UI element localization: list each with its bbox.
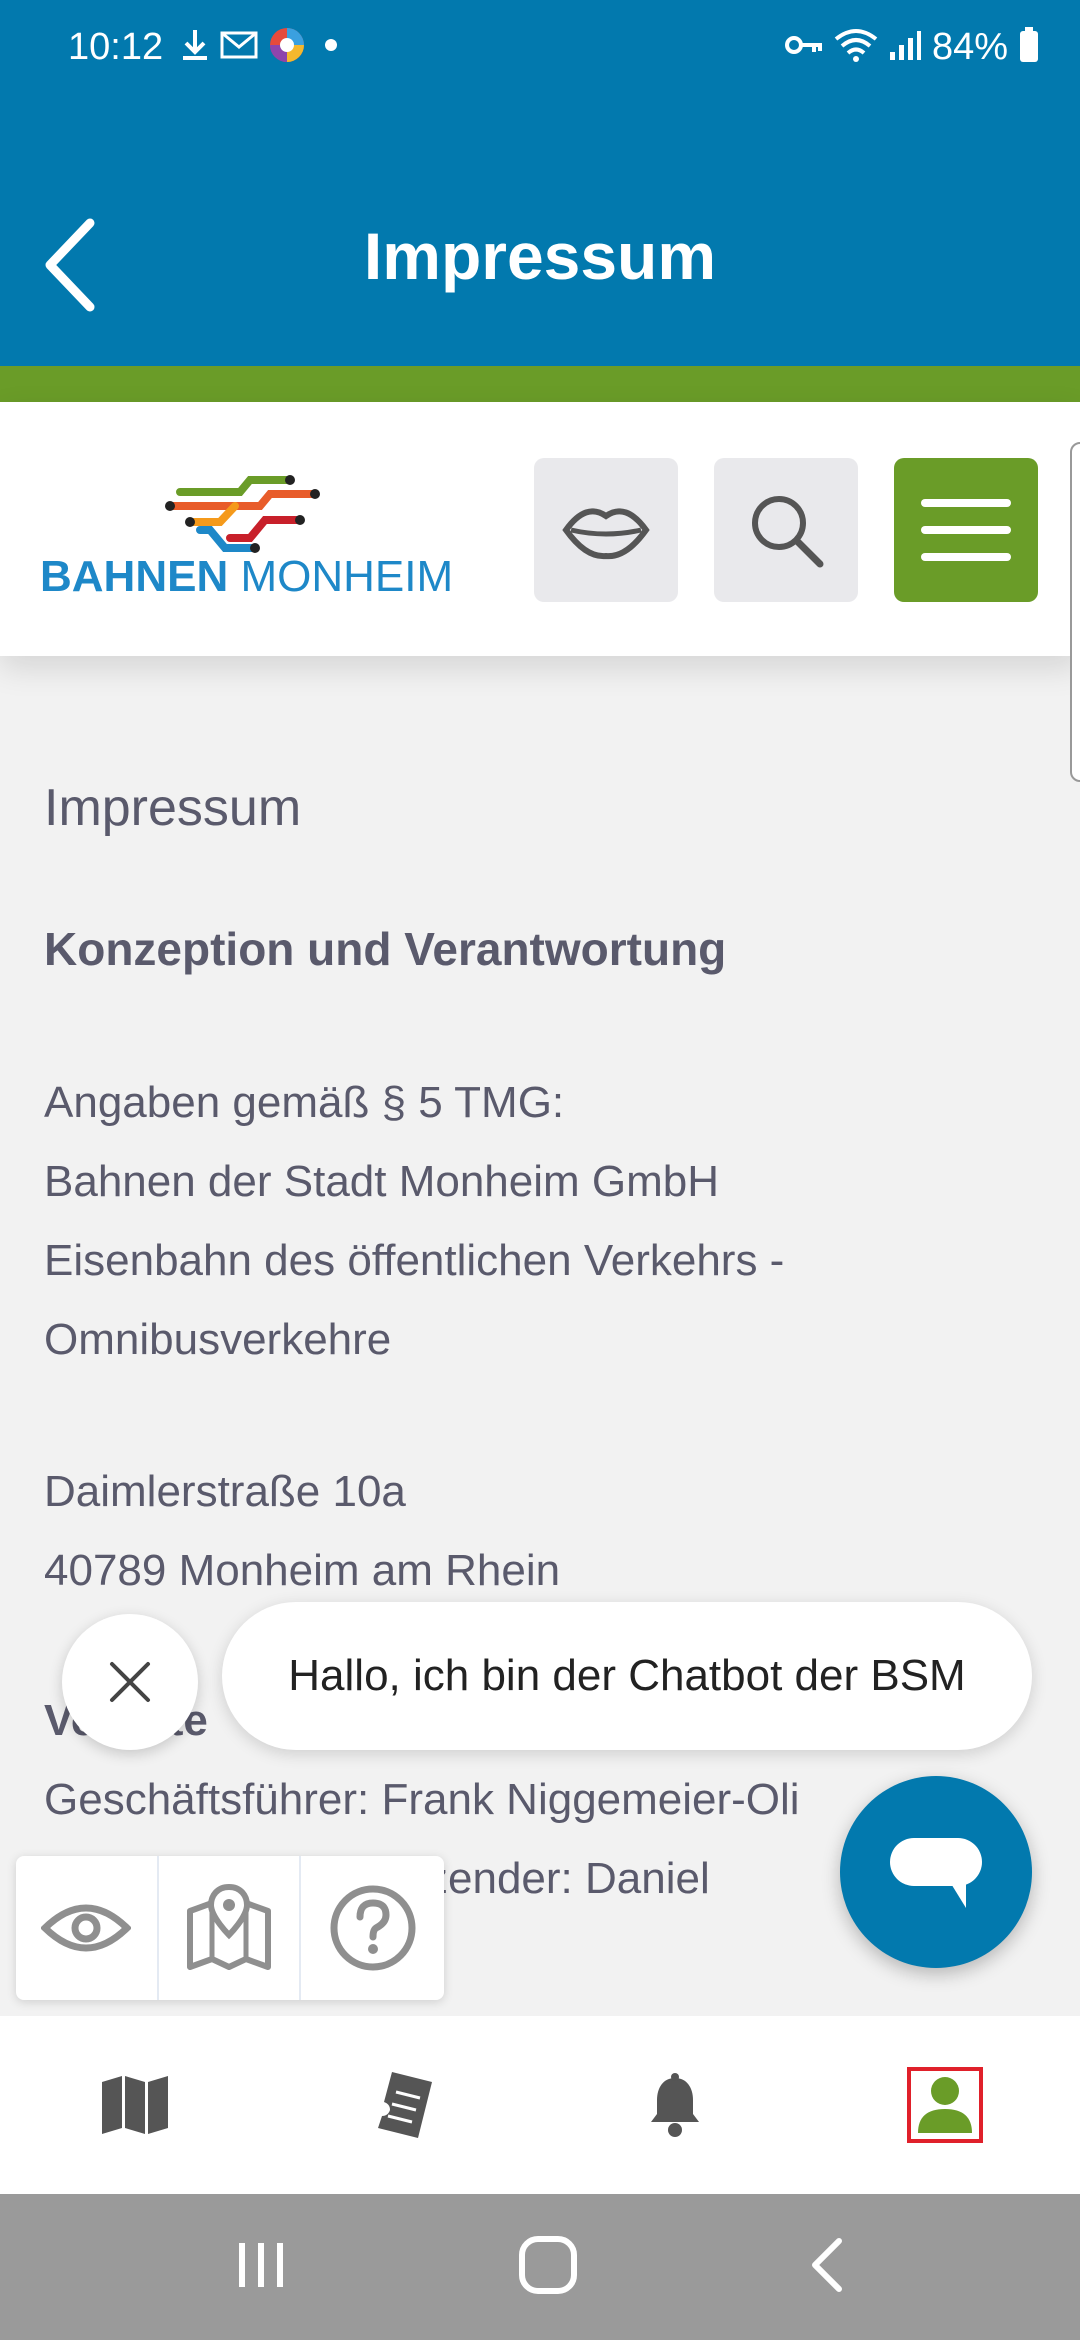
text-line: Eisenbahn des öffentlichen Verkehrs - [44,1236,785,1285]
profile-icon [918,2077,972,2133]
text-line: Bahnen der Stadt Monheim GmbH [44,1157,720,1206]
menu-button[interactable] [894,458,1038,602]
system-back-button[interactable] [807,2235,847,2300]
read-aloud-button[interactable] [16,1856,159,2000]
wifi-icon [834,27,878,68]
signal-icon [888,28,922,67]
text-line: Daimlerstraße 10a [44,1467,406,1516]
lips-icon [562,508,650,560]
logo-word-2: MONHEIM [240,552,454,601]
close-icon [110,1662,150,1702]
accent-strip [0,366,1080,402]
chat-close-button[interactable] [62,1614,198,1750]
rail-lines-logo-icon [165,475,320,553]
site-header: BAHNEN MONHEIM [0,402,1080,782]
color-app-icon [268,26,306,69]
system-navigation-bar [0,2194,1080,2340]
dot-icon [316,30,346,65]
battery-icon [1018,26,1040,69]
search-icon [752,496,824,568]
nav-notifications[interactable] [540,2016,810,2194]
chat-bubble-icon [890,1838,982,1908]
help-button[interactable] [301,1856,444,2000]
text-line: 40789 Monheim am Rhein [44,1546,561,1595]
active-indicator [907,2067,983,2143]
system-back-icon [811,2237,842,2292]
text-line: zender: Daniel [426,1854,710,1903]
mail-icon [220,30,258,65]
nav-map[interactable] [0,2016,270,2194]
status-time: 10:12 [68,26,164,68]
nav-tickets[interactable] [270,2016,540,2194]
bahnen-monheim-logo[interactable]: BAHNEN MONHEIM [40,452,453,602]
status-icons-right: 84% [784,26,1040,69]
home-button[interactable] [516,2233,580,2302]
accessibility-toolbar [16,1856,444,2000]
section-heading: Konzeption und Verantwortung [44,923,727,975]
status-bar: 10:12 84% [0,0,1080,100]
text-line: Angaben gemäß § 5 TMG: [44,1078,565,1127]
easy-language-button[interactable] [534,458,678,602]
logo-word-1: BAHNEN [40,552,229,601]
download-icon [180,27,210,68]
content-heading: Impressum [44,779,302,837]
status-icons-left [180,26,346,69]
map-pin-icon [187,1883,271,1970]
chatbot-greeting-bubble[interactable]: Hallo, ich bin der Chatbot der BSM [222,1602,1032,1750]
recent-apps-button[interactable] [233,2237,289,2298]
search-button[interactable] [714,458,858,602]
chatbot-button[interactable] [840,1776,1032,1968]
home-icon [518,2235,577,2294]
vpn-key-icon [784,30,824,65]
location-map-button[interactable] [159,1856,302,2000]
bottom-navigation [0,2016,1080,2194]
bell-icon [651,2073,699,2137]
app-header: Impressum [0,100,1080,366]
logo-text: BAHNEN MONHEIM [40,552,453,602]
map-icon [102,2076,168,2134]
page-title: Impressum [363,219,717,293]
text-line: Geschäftsführer: Frank Niggemeier-Oli [44,1775,800,1824]
eye-icon [41,1904,132,1952]
help-circle-icon [330,1885,416,1971]
recent-apps-icon [239,2242,284,2287]
scrollbar-edge[interactable] [1070,442,1080,782]
battery-percentage: 84% [931,26,1008,68]
text-line: Omnibusverkehre [44,1315,392,1364]
nav-profile[interactable] [810,2016,1080,2194]
tickets-icon [378,2072,432,2138]
hamburger-menu-icon [921,499,1011,561]
